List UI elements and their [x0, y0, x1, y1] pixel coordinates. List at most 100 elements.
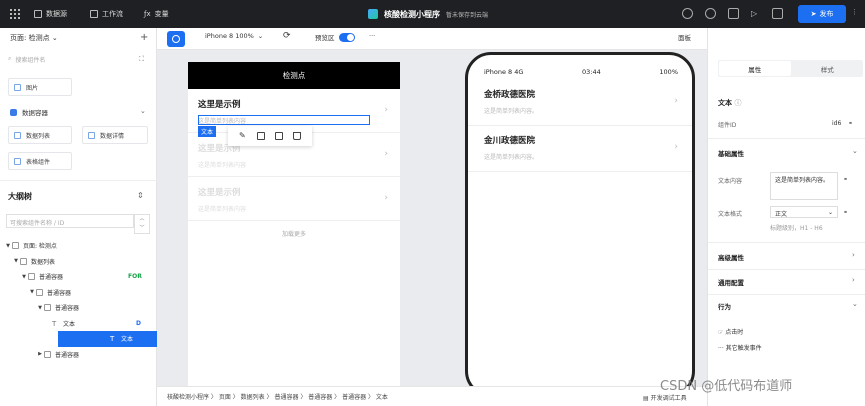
chevron-down-icon[interactable]: ⌄ — [852, 147, 858, 155]
caret-down-icon[interactable]: ▼ — [28, 289, 36, 295]
chevron-right-icon: › — [384, 149, 388, 159]
event-click-label: 点击时 — [725, 329, 744, 336]
card-label: 数据列表 — [26, 132, 51, 140]
component-card-image[interactable]: 图片 — [8, 78, 72, 96]
component-name: 文本 ⓘ — [718, 98, 741, 108]
nav-datasource[interactable]: 数据源 — [34, 0, 67, 28]
component-card-table[interactable]: 表格组件 — [8, 152, 72, 170]
list-item[interactable]: 金桥政德医院 这是简单列表内容。 › — [468, 80, 692, 126]
group-data-container[interactable]: 数据容器 — [10, 107, 48, 117]
caret-down-icon[interactable]: ▼ — [4, 243, 12, 249]
apps-grid-icon[interactable] — [10, 9, 20, 19]
tree-node-label: 页面: 检测点 — [23, 243, 57, 251]
play-icon[interactable]: ▷ — [751, 8, 762, 19]
item-sub[interactable]: 这是简单列表内容 — [198, 160, 390, 169]
detail-icon — [88, 131, 95, 139]
item-sub[interactable]: 这是简单列表内容 — [198, 204, 390, 213]
panel-label: 面板 — [678, 34, 691, 42]
item-sub: 这是简单列表内容。 — [484, 154, 539, 161]
watermark: CSDN @低代码布道师 — [660, 379, 793, 394]
tree-node[interactable]: ▼ 普通容器 — [0, 285, 157, 301]
compass-icon[interactable] — [167, 31, 185, 47]
tree-node[interactable]: ▼ 数据列表 — [0, 254, 157, 270]
tree-node[interactable]: T 文本 D — [0, 316, 157, 332]
component-toolbar: ✎ — [228, 126, 312, 146]
properties-panel: 属性 样式 文本 ⓘ 组件ID id6 ⚭ 基础属性 ⌄ 文本内容 这是简单列表… — [707, 28, 865, 406]
copy-icon[interactable] — [275, 132, 283, 140]
caret-down-icon[interactable]: ▼ — [36, 305, 44, 311]
event-click[interactable]: ☞ 点击时 — [718, 327, 743, 336]
caret-right-icon[interactable]: ▶ — [36, 351, 44, 357]
tree-node[interactable]: ▶ 普通容器 — [0, 347, 157, 363]
section-advanced[interactable]: 高级属性 — [718, 252, 744, 262]
more-options-icon[interactable]: ··· — [369, 32, 375, 40]
section-behavior[interactable]: 行为 — [718, 301, 731, 311]
text-content-input[interactable]: 这是简单列表内容。 — [770, 172, 838, 200]
more-icon[interactable]: ⋮ — [851, 8, 858, 16]
list-item[interactable]: 金川政德医院 这是简单列表内容。 › — [468, 126, 692, 172]
toggle-switch[interactable] — [338, 32, 355, 42]
panel-button[interactable]: 面板 — [678, 32, 691, 42]
device-icon[interactable] — [772, 8, 783, 19]
publish-label: 发布 — [819, 10, 834, 18]
page-selector[interactable]: 页面: 检测点 ⌄ — [10, 33, 58, 43]
item-title: 金桥政德医院 — [484, 90, 536, 100]
workflow-icon — [90, 10, 98, 18]
save-icon[interactable] — [257, 132, 265, 140]
bind-icon[interactable]: ⚭ — [843, 176, 848, 183]
link-icon[interactable]: ⚭ — [848, 120, 853, 127]
outline-search-input[interactable]: 可搜索组件名称 / ID — [6, 214, 134, 228]
component-search-input[interactable]: 搜索组件名 — [15, 55, 45, 64]
expand-collapse-icon[interactable]: ⇕ — [137, 191, 144, 200]
text-format-value: 正文 — [775, 211, 788, 218]
refresh-icon[interactable]: ⟳ — [283, 31, 291, 41]
tab-styles[interactable]: 样式 — [792, 60, 864, 77]
breadcrumb-path[interactable]: 核酸检测小程序 〉 页面 〉 数据列表 〉 普通容器 〉 普通容器 〉 普通容器… — [167, 392, 388, 401]
preview-toggle[interactable]: 预览区 — [315, 32, 355, 42]
event-other[interactable]: ··· 其它触发事件 — [718, 343, 762, 352]
tree-node[interactable]: ▼ 普通容器 FOR — [0, 269, 157, 285]
more-icon: ··· — [718, 345, 726, 352]
carrier: iPhone 8 4G — [484, 67, 524, 76]
nav-workflow[interactable]: 工作流 — [90, 0, 123, 28]
item-title[interactable]: 这里是示例 — [198, 98, 390, 110]
tab-properties[interactable]: 属性 — [719, 61, 791, 76]
section-general[interactable]: 通用配置 — [718, 277, 744, 287]
chevron-down-icon[interactable]: ⌄ — [140, 107, 146, 115]
info-icon[interactable]: ⓘ — [734, 99, 741, 107]
chevron-right-icon[interactable]: › — [852, 276, 855, 284]
device-label: iPhone 8 100% — [205, 32, 254, 40]
component-search[interactable]: ⌕ 搜索组件名 — [8, 52, 148, 66]
debug-tools-button[interactable]: ▤ 开发调试工具 — [643, 393, 687, 402]
save-status: 暂未保存到云端 — [446, 11, 489, 19]
device-selector[interactable]: iPhone 8 100% ⌄ — [205, 32, 263, 40]
section-basic-props[interactable]: 基础属性 — [718, 148, 744, 158]
list-item[interactable]: 这里是示例 这是简单列表内容 › — [188, 177, 400, 221]
chevron-right-icon[interactable]: › — [852, 251, 855, 259]
component-card-data-detail[interactable]: 数据详情 — [82, 126, 148, 144]
history-icon[interactable] — [705, 8, 716, 19]
caret-down-icon[interactable]: ▼ — [12, 258, 20, 264]
help-icon[interactable] — [682, 8, 693, 19]
delete-icon[interactable] — [293, 132, 301, 140]
tree-node[interactable]: ▼ 普通容器 — [0, 300, 157, 316]
add-page-icon[interactable]: + — [140, 32, 148, 43]
caret-down-icon[interactable]: ▼ — [20, 274, 28, 280]
selected-component-tag: 文本 — [198, 126, 217, 137]
text-format-select[interactable]: 正文 ⌄ — [770, 206, 838, 218]
nav-variables[interactable]: ƒx 变量 — [144, 0, 169, 28]
component-id-value: id6 — [832, 120, 842, 127]
tree-node[interactable]: ▼ 页面: 检测点 — [0, 238, 157, 254]
container-icon — [28, 273, 35, 281]
tree-node-selected[interactable]: T 文本 — [58, 331, 157, 347]
bind-icon[interactable]: ⚭ — [843, 209, 848, 216]
chevron-down-icon[interactable]: ⌄ — [852, 300, 858, 308]
item-title[interactable]: 这里是示例 — [198, 186, 390, 198]
component-card-data-list[interactable]: 数据列表 — [8, 126, 72, 144]
outline-stepper[interactable]: ︿ ﹀ — [134, 214, 150, 234]
edit-icon[interactable]: ✎ — [239, 132, 247, 140]
load-more[interactable]: 加载更多 — [188, 229, 400, 238]
publish-button[interactable]: ➤ 发布 — [798, 5, 846, 23]
save-icon[interactable] — [728, 8, 739, 19]
component-library-icon[interactable]: ⛶ — [139, 55, 144, 64]
